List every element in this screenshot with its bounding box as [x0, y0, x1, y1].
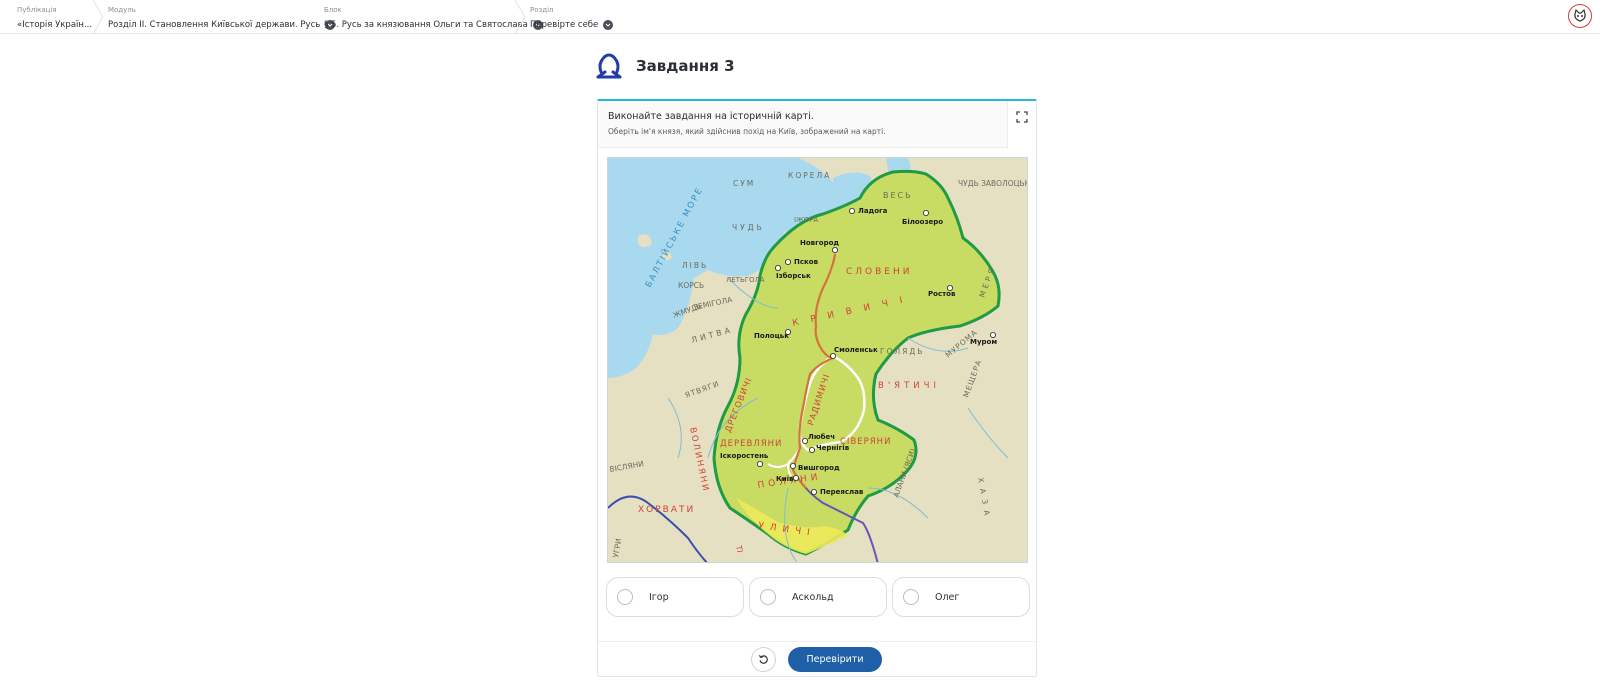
- check-button[interactable]: Перевірити: [788, 647, 882, 672]
- map-label: ГОЛЯДЬ: [880, 347, 924, 356]
- map-label: ТІ: [734, 544, 744, 554]
- task-header: Завдання 3: [596, 52, 735, 80]
- radio-button[interactable]: [760, 589, 776, 605]
- undo-icon: [758, 655, 768, 664]
- city-label: Чернігів: [816, 444, 850, 452]
- map-label: КОРСЬ: [678, 281, 704, 290]
- breadcrumb-value: § 5. Русь за князювання Ольги та Святосл…: [324, 20, 528, 30]
- city-label: Полоцьк: [754, 332, 789, 340]
- breadcrumb-module[interactable]: Модуль Розділ ІІ. Становлення Київської …: [108, 0, 336, 34]
- breadcrumb-block[interactable]: Блок § 5. Русь за князювання Ольги та Св…: [324, 0, 543, 34]
- map-label: ХОРВАТИ: [638, 505, 695, 515]
- footer-divider: [598, 641, 1036, 642]
- fullscreen-icon[interactable]: [1016, 111, 1028, 123]
- city-label: Білоозеро: [902, 218, 943, 226]
- map-label: ЧУДЬ: [732, 223, 765, 232]
- cat-logo-icon: [1574, 8, 1586, 22]
- map-label: ВЕСЬ: [883, 191, 913, 200]
- breadcrumb-caption: Розділ: [530, 6, 554, 14]
- question-text: Оберіть ім'я князя, який здійснив похід …: [608, 127, 886, 136]
- map-label: ЛЕТЬГОЛА: [726, 276, 765, 284]
- city-label: Любеч: [808, 433, 835, 441]
- city-label: Ладога: [858, 207, 888, 215]
- map-label: ІЖОРА: [794, 216, 818, 224]
- option-askold[interactable]: Аскольд: [749, 577, 887, 617]
- city-label: Ростов: [928, 290, 956, 298]
- breadcrumb-separator: [92, 0, 104, 34]
- breadcrumb-value: Перевірте себе: [530, 20, 599, 30]
- city-label: Вишгород: [798, 464, 840, 472]
- breadcrumb-caption: Публікація: [17, 6, 57, 14]
- map-label: СЛОВЕНИ: [846, 267, 913, 277]
- instruction-text: Виконайте завдання на історичній карті.: [608, 111, 814, 122]
- city-label: Іскоростень: [720, 452, 769, 460]
- historical-map: СЛОВЕНИ КРИВИЧІ ДРЕГОВИЧІ РАДИМИЧІ В'ЯТИ…: [607, 157, 1028, 563]
- map-label: ЛІВЬ: [682, 261, 708, 270]
- option-label: Аскольд: [792, 591, 834, 603]
- map-label: КОРЕЛА: [788, 171, 831, 180]
- option-label: Олег: [935, 591, 960, 603]
- city-label: Смоленськ: [834, 346, 878, 354]
- top-breadcrumb-bar: Публікація «Історія Україн... Модуль Роз…: [0, 0, 1600, 34]
- user-avatar[interactable]: [1568, 4, 1592, 28]
- breadcrumb-value: «Історія Україн...: [17, 20, 93, 30]
- map-image: СЛОВЕНИ КРИВИЧІ ДРЕГОВИЧІ РАДИМИЧІ В'ЯТИ…: [608, 158, 1028, 562]
- breadcrumb-caption: Модуль: [108, 6, 136, 14]
- map-label: СУМ: [733, 179, 755, 188]
- task-person-icon: [596, 53, 622, 79]
- map-label: В'ЯТИЧІ: [878, 381, 940, 391]
- breadcrumb-caption: Блок: [324, 6, 342, 14]
- chevron-down-icon[interactable]: [603, 20, 614, 30]
- radio-button[interactable]: [903, 589, 919, 605]
- city-label: Псков: [794, 258, 819, 266]
- answer-options: Ігор Аскольд Олег: [606, 577, 1030, 617]
- city-label: Муром: [970, 338, 997, 346]
- map-label: ДЕРЕВЛЯНИ: [720, 439, 782, 449]
- city-label: Новгород: [800, 239, 839, 247]
- city-label: Переяслав: [820, 488, 864, 496]
- option-igor[interactable]: Ігор: [606, 577, 744, 617]
- city-label: Ізборськ: [776, 272, 811, 280]
- map-label: ЧУДЬ ЗАВОЛОЦЬКА: [958, 179, 1028, 188]
- city-label: Київ: [776, 475, 794, 483]
- task-title: Завдання 3: [636, 57, 735, 75]
- task-instructions: Виконайте завдання на історичній карті. …: [598, 101, 1008, 148]
- breadcrumb-section[interactable]: Розділ Перевірте себе: [530, 0, 614, 34]
- radio-button[interactable]: [617, 589, 633, 605]
- option-label: Ігор: [649, 591, 669, 603]
- option-oleg[interactable]: Олег: [892, 577, 1030, 617]
- breadcrumb-value: Розділ ІІ. Становлення Київської держави…: [108, 20, 321, 30]
- task-card: Виконайте завдання на історичній карті. …: [597, 99, 1037, 677]
- breadcrumb-publication[interactable]: Публікація «Історія Україн...: [17, 0, 92, 34]
- reset-button[interactable]: [751, 647, 776, 672]
- breadcrumb-separator: [514, 0, 526, 34]
